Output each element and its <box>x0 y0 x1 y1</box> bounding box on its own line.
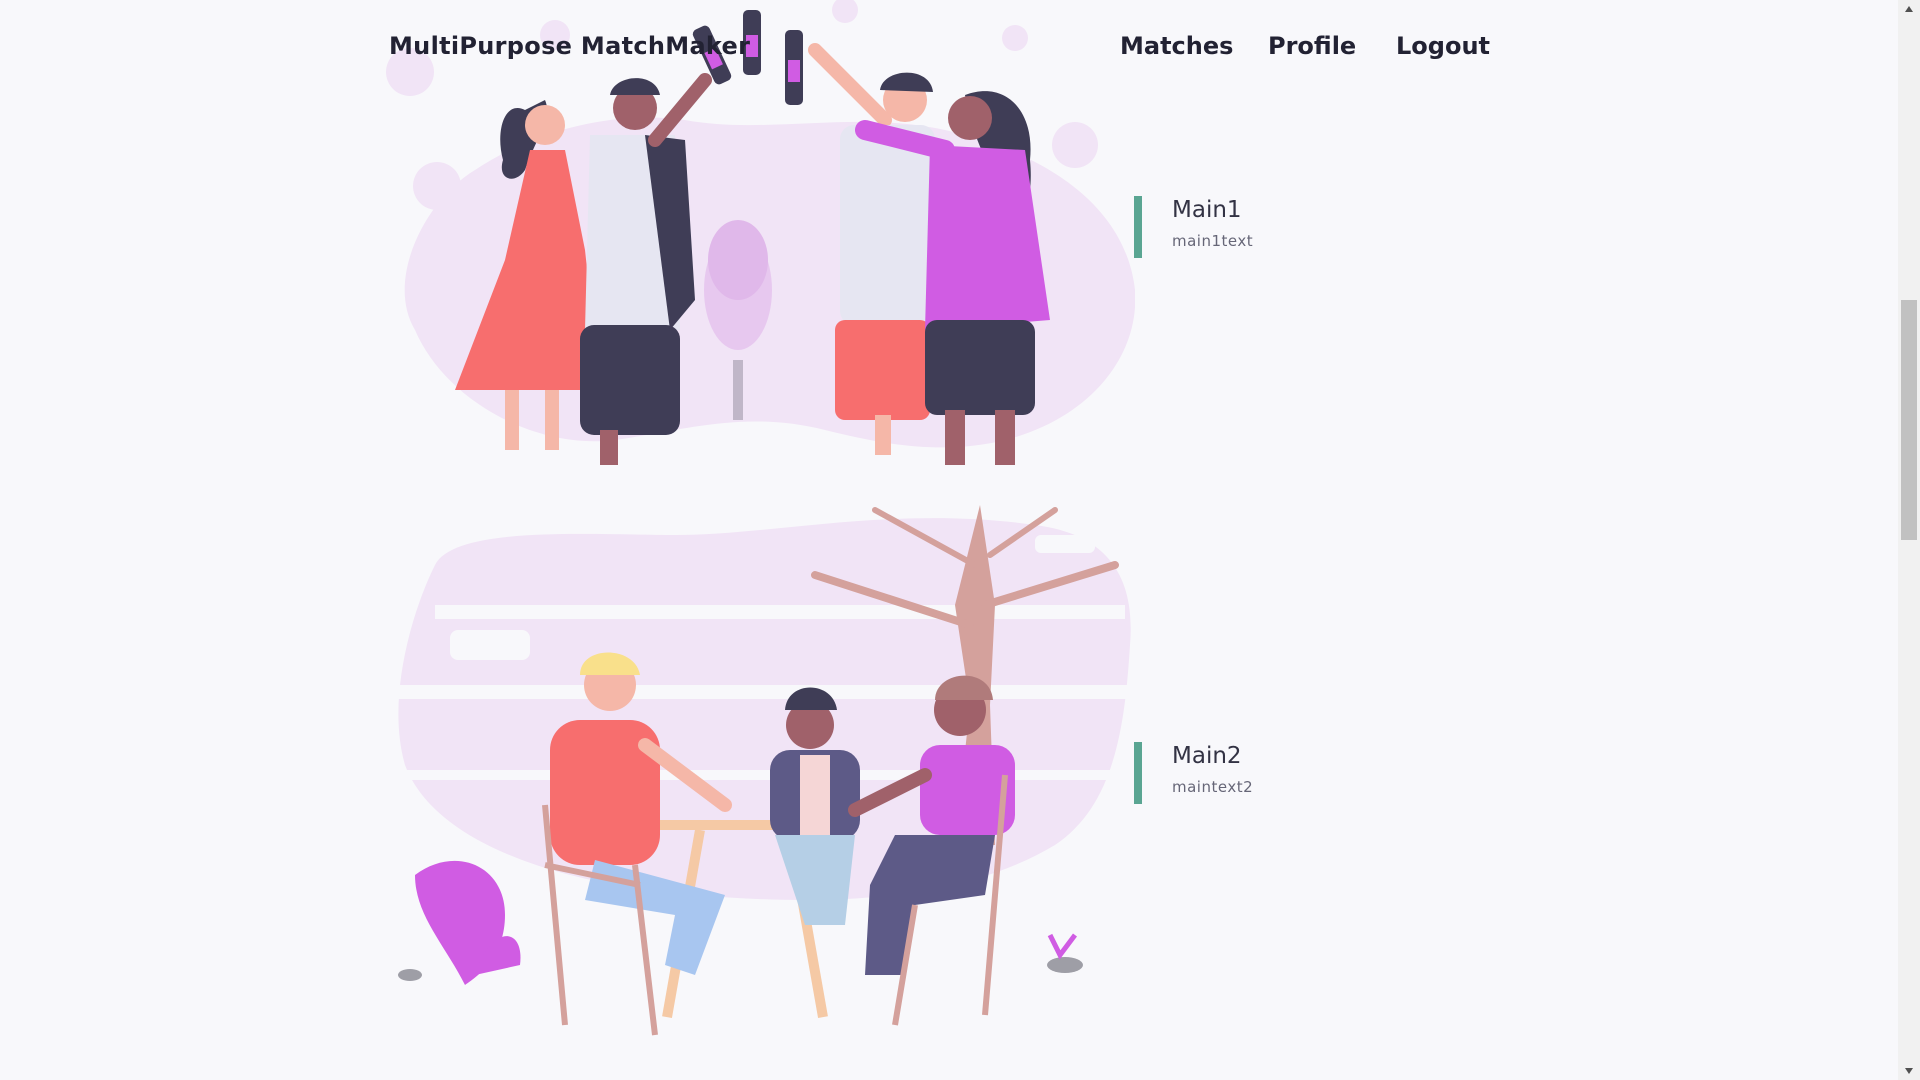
tree-canopy <box>708 220 768 300</box>
friends-at-cafe-table-illustration <box>395 505 1135 1036</box>
leg <box>995 410 1015 465</box>
cloud <box>1035 535 1095 553</box>
vertical-scrollbar[interactable] <box>1898 0 1920 1080</box>
head <box>525 105 565 145</box>
brand-logo-text[interactable]: MultiPurpose MatchMaker <box>389 32 750 60</box>
top-navbar: MultiPurpose MatchMaker Matches Profile … <box>0 0 1898 100</box>
feature-title: Main1 <box>1172 197 1242 223</box>
scroll-down-button[interactable] <box>1898 1062 1920 1080</box>
feature-main1: Main1 main1text <box>1134 196 1253 258</box>
jeans <box>865 835 995 975</box>
triangle-up-icon <box>1905 6 1913 12</box>
feature-main2: Main2 maintext2 <box>1134 742 1253 804</box>
leg <box>945 410 965 465</box>
shorts <box>835 320 930 420</box>
background-stripe <box>435 605 1125 619</box>
rock <box>1047 957 1083 973</box>
nav-link-matches[interactable]: Matches <box>1120 32 1233 60</box>
shirt <box>840 125 935 325</box>
feature-text: main1text <box>1172 232 1254 250</box>
head <box>948 96 992 140</box>
background-stripe <box>395 685 1135 699</box>
feature-title: Main2 <box>1172 743 1242 769</box>
shorts <box>580 325 680 435</box>
nav-link-profile[interactable]: Profile <box>1268 32 1356 60</box>
nav-link-logout[interactable]: Logout <box>1396 32 1490 60</box>
scrollbar-thumb[interactable] <box>1901 300 1917 540</box>
decor-circle <box>413 162 461 210</box>
leg <box>545 390 559 450</box>
background-stripe <box>395 770 1135 780</box>
shorts <box>925 320 1035 415</box>
triangle-down-icon <box>1905 1068 1913 1074</box>
tree-trunk <box>733 360 743 420</box>
feature-text: maintext2 <box>1172 778 1254 796</box>
shirt <box>800 755 830 835</box>
scroll-up-button[interactable] <box>1898 0 1920 18</box>
decor-circle <box>1052 122 1098 168</box>
sprout <box>1047 933 1077 960</box>
rock <box>398 969 422 981</box>
leg <box>600 430 618 465</box>
background-blob <box>398 518 1131 900</box>
cloud <box>450 630 530 660</box>
page: MultiPurpose MatchMaker Matches Profile … <box>0 0 1920 1080</box>
leg <box>505 390 519 450</box>
leg <box>875 415 891 455</box>
